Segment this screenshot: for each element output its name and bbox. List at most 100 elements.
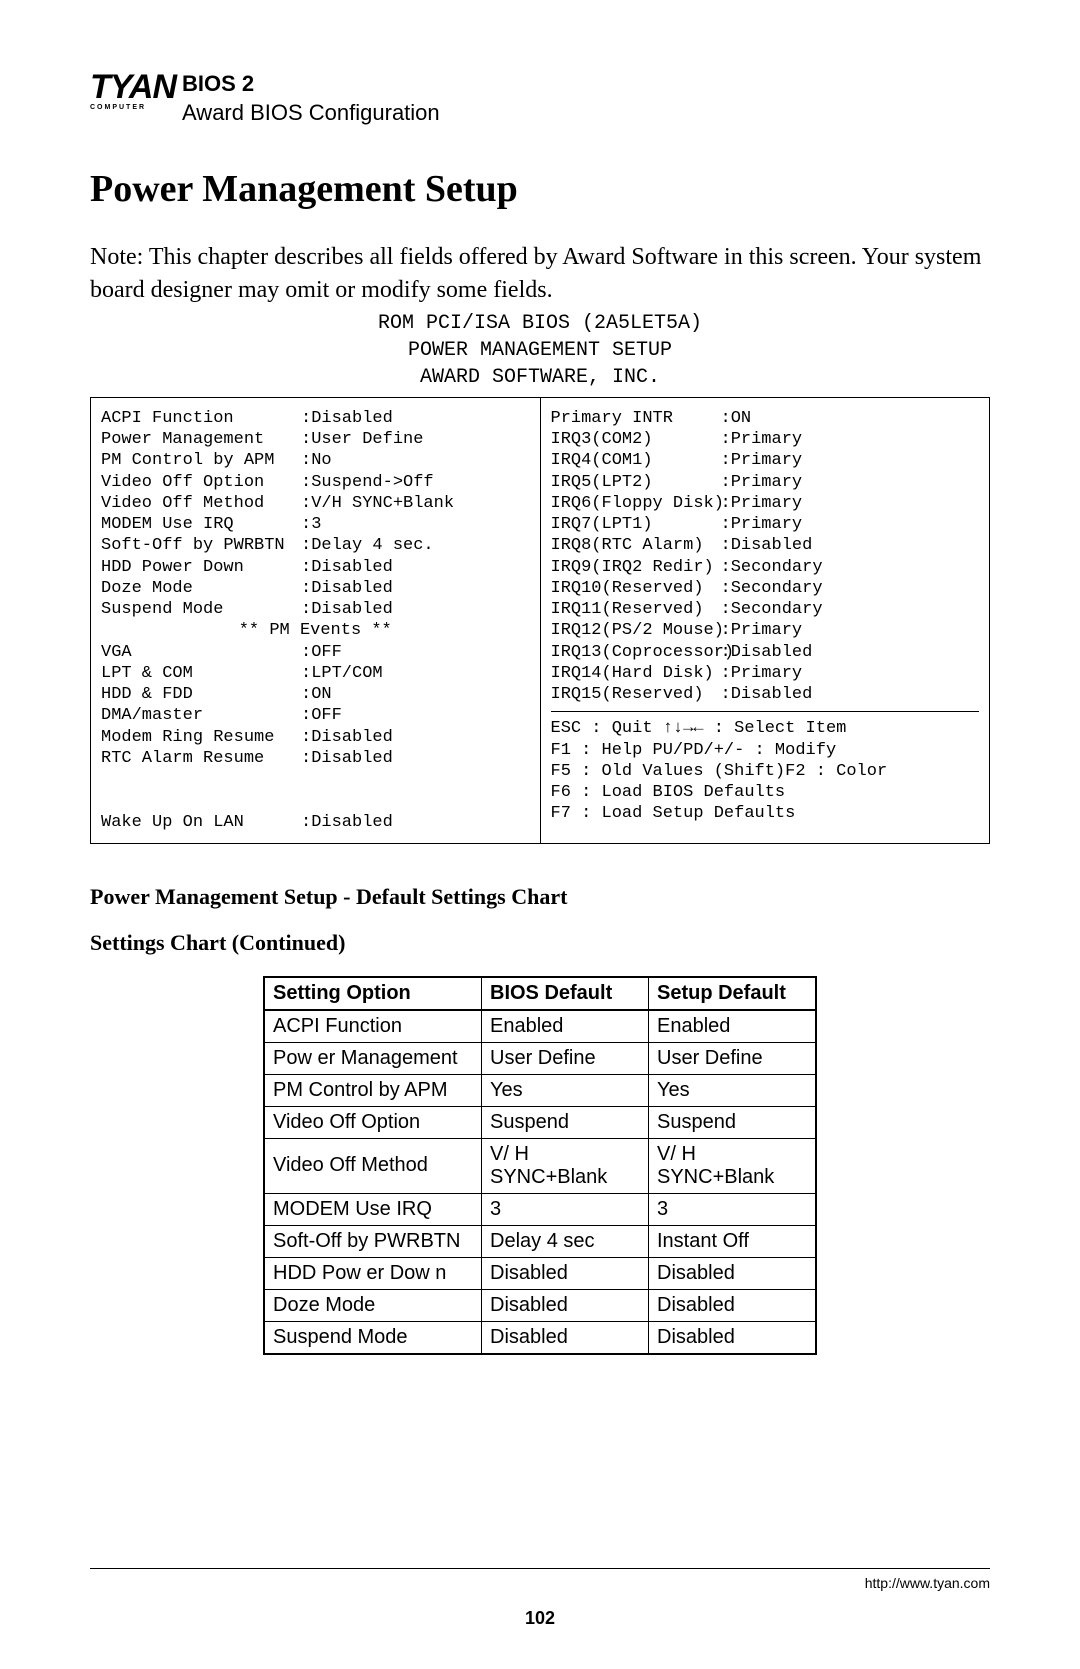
page-title: Power Management Setup bbox=[90, 167, 990, 211]
bios-setting-label: IRQ14(Hard Disk) bbox=[551, 663, 721, 684]
colon: : bbox=[721, 620, 731, 641]
page-header: TYAN COMPUTER BIOS 2 Award BIOS Configur… bbox=[90, 70, 990, 127]
table-cell: PM Control by APM bbox=[264, 1074, 482, 1106]
bios-setting-label: Soft-Off by PWRBTN bbox=[101, 535, 301, 556]
colon: : bbox=[721, 429, 731, 450]
pm-events-header: ** PM Events ** bbox=[101, 620, 530, 641]
help-line-2: F1 : Help PU/PD/+/- : Modify bbox=[551, 740, 980, 761]
bios-setting-value: Disabled bbox=[311, 727, 393, 748]
table-cell: Disabled bbox=[649, 1289, 817, 1321]
bios-setting-row: LPT & COM: LPT/COM bbox=[101, 663, 530, 684]
bios-setting-label: HDD & FDD bbox=[101, 684, 301, 705]
bios-setting-label: Video Off Option bbox=[101, 472, 301, 493]
table-row: PM Control by APMYesYes bbox=[264, 1074, 816, 1106]
colon: : bbox=[721, 663, 731, 684]
bios-setting-row: Power Management: User Define bbox=[101, 429, 530, 450]
table-cell: 3 bbox=[482, 1193, 649, 1225]
bios-setting-value: OFF bbox=[311, 705, 342, 726]
table-cell: Suspend bbox=[482, 1106, 649, 1138]
colon: : bbox=[721, 472, 731, 493]
bios-screen-header: ROM PCI/ISA BIOS (2A5LET5A) POWER MANAGE… bbox=[90, 310, 990, 391]
table-cell: User Define bbox=[649, 1042, 817, 1074]
table-cell: V/ H SYNC+Blank bbox=[482, 1138, 649, 1193]
colon: : bbox=[721, 493, 731, 514]
logo-text-top: TYAN bbox=[90, 70, 176, 104]
bios-setting-label: RTC Alarm Resume bbox=[101, 748, 301, 769]
colon: : bbox=[301, 705, 311, 726]
table-cell: Disabled bbox=[649, 1257, 817, 1289]
bios-setting-row: Soft-Off by PWRBTN: Delay 4 sec. bbox=[101, 535, 530, 556]
table-cell: 3 bbox=[649, 1193, 817, 1225]
bios-setting-label: Modem Ring Resume bbox=[101, 727, 301, 748]
bios-setting-value: Primary bbox=[731, 450, 802, 471]
header-text: BIOS 2 Award BIOS Configuration bbox=[182, 70, 440, 127]
bios-setting-row: MODEM Use IRQ: 3 bbox=[101, 514, 530, 535]
subheading-defaults-chart: Power Management Setup - Default Setting… bbox=[90, 884, 990, 910]
bios-right-column: Primary INTR: ONIRQ3(COM2): PrimaryIRQ4(… bbox=[541, 398, 990, 843]
bios-setting-value: V/H SYNC+Blank bbox=[311, 493, 454, 514]
table-cell: Suspend Mode bbox=[264, 1321, 482, 1354]
bios-setting-value: Primary bbox=[731, 429, 802, 450]
bios-setting-row: IRQ15(Reserved): Disabled bbox=[551, 684, 980, 705]
colon: : bbox=[721, 599, 731, 620]
table-cell: ACPI Function bbox=[264, 1010, 482, 1043]
note-text: Note: This chapter describes all fields … bbox=[90, 241, 990, 306]
colon: : bbox=[721, 557, 731, 578]
header-line1: BIOS 2 bbox=[182, 71, 254, 96]
colon: : bbox=[721, 684, 731, 705]
bios-setting-value: Primary bbox=[731, 620, 802, 641]
bios-setting-value: OFF bbox=[311, 642, 342, 663]
bios-setting-row: IRQ9(IRQ2 Redir): Secondary bbox=[551, 557, 980, 578]
colon: : bbox=[301, 663, 311, 684]
help-line-5: F7 : Load Setup Defaults bbox=[551, 803, 980, 824]
bios-setting-label: IRQ7(LPT1) bbox=[551, 514, 721, 535]
bios-setting-value: Secondary bbox=[731, 578, 823, 599]
bios-setting-label: DMA/master bbox=[101, 705, 301, 726]
bios-setting-value: Disabled bbox=[311, 557, 393, 578]
bios-setting-row: Video Off Method: V/H SYNC+Blank bbox=[101, 493, 530, 514]
bios-setting-value: 3 bbox=[311, 514, 321, 535]
bios-setting-value: LPT/COM bbox=[311, 663, 382, 684]
bios-setting-value: ON bbox=[731, 408, 751, 429]
bios-setting-value: Disabled bbox=[731, 684, 813, 705]
bios-setting-row: RTC Alarm Resume: Disabled bbox=[101, 748, 530, 769]
bios-setting-value: Disabled bbox=[311, 599, 393, 620]
bios-header-l1: ROM PCI/ISA BIOS (2A5LET5A) bbox=[90, 310, 990, 337]
bios-setting-value: Secondary bbox=[731, 557, 823, 578]
bios-setting-label: IRQ4(COM1) bbox=[551, 450, 721, 471]
bios-setting-value: Disabled bbox=[311, 408, 393, 429]
settings-table: Setting OptionBIOS DefaultSetup Default … bbox=[263, 976, 817, 1355]
help-line-1: ESC : Quit ↑↓→← : Select Item bbox=[551, 718, 980, 739]
bios-setting-label: IRQ12(PS/2 Mouse) bbox=[551, 620, 721, 641]
colon: : bbox=[301, 472, 311, 493]
bios-setting-label: IRQ10(Reserved) bbox=[551, 578, 721, 599]
bios-setting-label: Video Off Method bbox=[101, 493, 301, 514]
footer-rule bbox=[90, 1568, 990, 1569]
table-cell: Video Off Method bbox=[264, 1138, 482, 1193]
bios-setting-row: IRQ8(RTC Alarm): Disabled bbox=[551, 535, 980, 556]
bios-setting-value: Suspend->Off bbox=[311, 472, 433, 493]
colon: : bbox=[301, 429, 311, 450]
bios-setting-label: VGA bbox=[101, 642, 301, 663]
bios-setting-row: IRQ4(COM1): Primary bbox=[551, 450, 980, 471]
bios-setting-value: ON bbox=[311, 684, 331, 705]
bios-setting-row: IRQ13(Coprocessor): Disabled bbox=[551, 642, 980, 663]
bios-header-l3: AWARD SOFTWARE, INC. bbox=[90, 364, 990, 391]
bios-setting-label: Wake Up On LAN bbox=[101, 812, 301, 833]
bios-setting-label: IRQ5(LPT2) bbox=[551, 472, 721, 493]
bios-setting-row: ACPI Function: Disabled bbox=[101, 408, 530, 429]
table-cell: Enabled bbox=[649, 1010, 817, 1043]
help-line-3: F5 : Old Values (Shift)F2 : Color bbox=[551, 761, 980, 782]
colon: : bbox=[301, 493, 311, 514]
bios-setting-row: IRQ5(LPT2): Primary bbox=[551, 472, 980, 493]
table-row: MODEM Use IRQ33 bbox=[264, 1193, 816, 1225]
bios-setting-value: User Define bbox=[311, 429, 423, 450]
bios-setting-row: IRQ12(PS/2 Mouse): Primary bbox=[551, 620, 980, 641]
bios-setting-row: Modem Ring Resume: Disabled bbox=[101, 727, 530, 748]
bios-setting-value: Secondary bbox=[731, 599, 823, 620]
spacer bbox=[101, 769, 530, 812]
table-cell: Yes bbox=[482, 1074, 649, 1106]
bios-setting-value: Disabled bbox=[731, 642, 813, 663]
table-cell: Video Off Option bbox=[264, 1106, 482, 1138]
bios-setting-label: IRQ15(Reserved) bbox=[551, 684, 721, 705]
